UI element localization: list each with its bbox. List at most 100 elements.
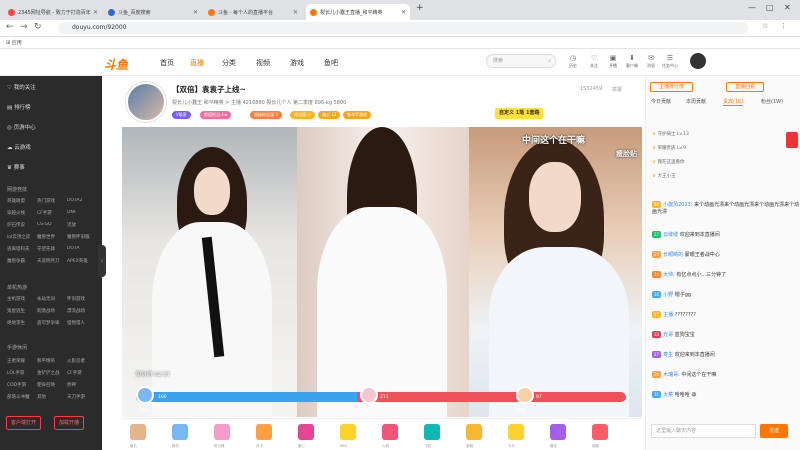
category-link[interactable]: 盗可梦争锋 [37,320,67,326]
close-icon[interactable]: ✕ [193,9,198,16]
sidebar-follow[interactable]: ♡ 我的关注 [7,83,36,91]
category-link[interactable]: 怀旧游戏 [67,296,97,302]
search-icon[interactable]: ⌕ [548,55,551,67]
category-link[interactable]: 部落斗冲魔 [7,394,37,400]
gift-icon[interactable] [130,424,146,440]
sidebar-webgame[interactable]: ◎ 页游中心 [7,123,36,131]
pk-mid-avatar[interactable] [360,386,378,404]
chat-username[interactable]: 小旋风2023: [663,202,694,208]
nav-home[interactable]: 首页 [160,58,174,68]
follow-button[interactable]: ♡ 关注 [584,54,604,70]
tab-vip[interactable]: 贵宾(1K) [723,98,744,106]
category-link[interactable]: CF手游 [37,210,67,216]
category-link[interactable]: CF手游 [67,370,97,376]
new-tab-button[interactable]: + [416,3,424,13]
chat-username[interactable]: 大菜 [663,392,675,398]
gift-icon[interactable] [256,424,272,440]
red-envelope-icon[interactable] [786,132,798,148]
category-link[interactable]: APEX英雄 [67,258,97,264]
category-link[interactable]: 流放 [67,222,97,228]
replay-button[interactable]: 直播回看 [726,82,765,92]
nav-live[interactable]: 直播 [190,58,204,68]
category-link[interactable]: 守望先锋 [37,246,67,252]
gift-icon[interactable] [466,424,482,440]
category-link[interactable]: DNF [67,210,97,216]
url-input[interactable]: douyu.com/92000 [58,22,748,34]
chat-username[interactable]: 云缝缝 [663,232,680,238]
broadcast-button[interactable]: ▣ 开播 [603,54,623,70]
category-link[interactable]: 逃离塔科夫 [7,246,37,252]
close-icon[interactable]: ✕ [293,9,298,16]
category-link[interactable]: DOTA [67,246,97,252]
room-tag[interactable]: 成长值 + [290,111,315,119]
category-link[interactable]: 金铲铲之战 [37,370,67,376]
category-link[interactable]: CS:GO [37,222,67,228]
category-link[interactable]: 热门游戏 [37,198,67,204]
menu-icon[interactable]: ⋮ [780,22,787,30]
gift-icon[interactable] [508,424,524,440]
gift-icon[interactable] [550,424,566,440]
room-tag[interactable]: 骑士 13 [318,111,341,119]
sidebar-events[interactable]: ♛ 赛事 [7,163,25,171]
category-link[interactable]: 怪物猎人 [67,320,97,326]
close-icon[interactable]: ✕ [93,9,98,16]
category-link[interactable]: COD手游 [7,382,37,388]
nav-category[interactable]: 分类 [222,58,236,68]
close-icon[interactable]: ✕ [401,9,406,16]
streamer-rank-button[interactable]: 主播排行榜 [650,82,694,92]
gift-icon[interactable] [214,424,230,440]
chat-username[interactable]: 小野 [663,292,675,298]
start-broadcast-button[interactable]: 加载开播 [54,416,85,430]
chat-username[interactable]: 光哥 [663,332,675,338]
category-link[interactable]: 天刀手游 [67,394,97,400]
video-player[interactable]: 中间这个在干嘛 瘦脸贴 倒计时 02:57 166 裂长 211 慕月 97 桃… [122,127,642,417]
reload-icon[interactable]: ↻ [34,22,42,32]
gift-icon[interactable] [172,424,188,440]
category-link[interactable]: 英雄联盟 [7,198,37,204]
bookmark-apps[interactable]: 应用 [12,40,22,46]
tab-week[interactable]: 本周贡献 [686,98,706,105]
window-close-button[interactable]: ✕ [784,3,791,12]
category-link[interactable]: 永劫无间 [37,296,67,302]
pk-right-avatar[interactable] [516,386,534,404]
category-link[interactable]: 魔兽怀旧服 [67,234,97,240]
task-button[interactable]: ☰ 任务中心 [660,54,680,70]
client-button[interactable]: ⬇ 客户端 [622,54,642,70]
follow-button[interactable]: 自定义 1笔 1套路 [495,108,544,119]
open-client-button[interactable]: 客户端打开 [6,416,42,430]
back-icon[interactable]: ← [6,22,14,32]
send-button[interactable]: 发送 [760,424,788,438]
nav-game[interactable]: 游戏 [290,58,304,68]
category-link[interactable]: 其他 [37,394,67,400]
sidebar-collapse-handle[interactable]: ‹ [98,245,106,277]
browser-tab-4[interactable]: 裂长儿小蠢王直播_和平精英 ✕ [306,4,410,20]
room-tag[interactable]: V级家 [172,111,191,119]
category-link[interactable]: 漂流战场 [67,308,97,314]
chat-username[interactable]: 寿生 [663,352,675,358]
category-link[interactable]: 穿越火线 [7,210,37,216]
category-link[interactable]: LOL手游 [7,370,37,376]
gift-icon[interactable] [340,424,356,440]
category-link[interactable]: DOTA2 [67,198,97,204]
tab-fans[interactable]: 粉丝(1W) [761,98,783,105]
room-tag[interactable]: 有车手游戏 [343,111,371,119]
room-tag[interactable]: 颜值担当 4★ [200,111,232,119]
category-link[interactable]: 火影忍者 [67,358,97,364]
chat-username[interactable]: 大帅: [663,272,676,278]
category-link[interactable]: 魔兽争霸 [7,258,37,264]
category-link[interactable]: 使命召唤 [37,382,67,388]
category-link[interactable]: 原神 [67,382,97,388]
category-link[interactable]: 绝地求生 [7,320,37,326]
tab-today[interactable]: 今日贡献 [651,98,671,105]
chat-username[interactable]: 木瑞哥: [663,372,681,378]
forward-icon[interactable]: → [20,22,28,32]
category-link[interactable]: 鬼屋逃生 [7,308,37,314]
sidebar-ranking[interactable]: ▤ 排行榜 [7,103,30,111]
gift-icon[interactable] [424,424,440,440]
room-tag[interactable]: 超级粉丝团 2 [250,111,282,119]
pk-left-avatar[interactable] [136,386,154,404]
browser-tab-2[interactable]: 斗鱼_百度搜索 ✕ [104,4,202,20]
maximize-button[interactable]: □ [766,3,774,12]
minimize-button[interactable]: — [748,3,756,12]
search-input[interactable]: 搜索 ⌕ [486,54,556,68]
